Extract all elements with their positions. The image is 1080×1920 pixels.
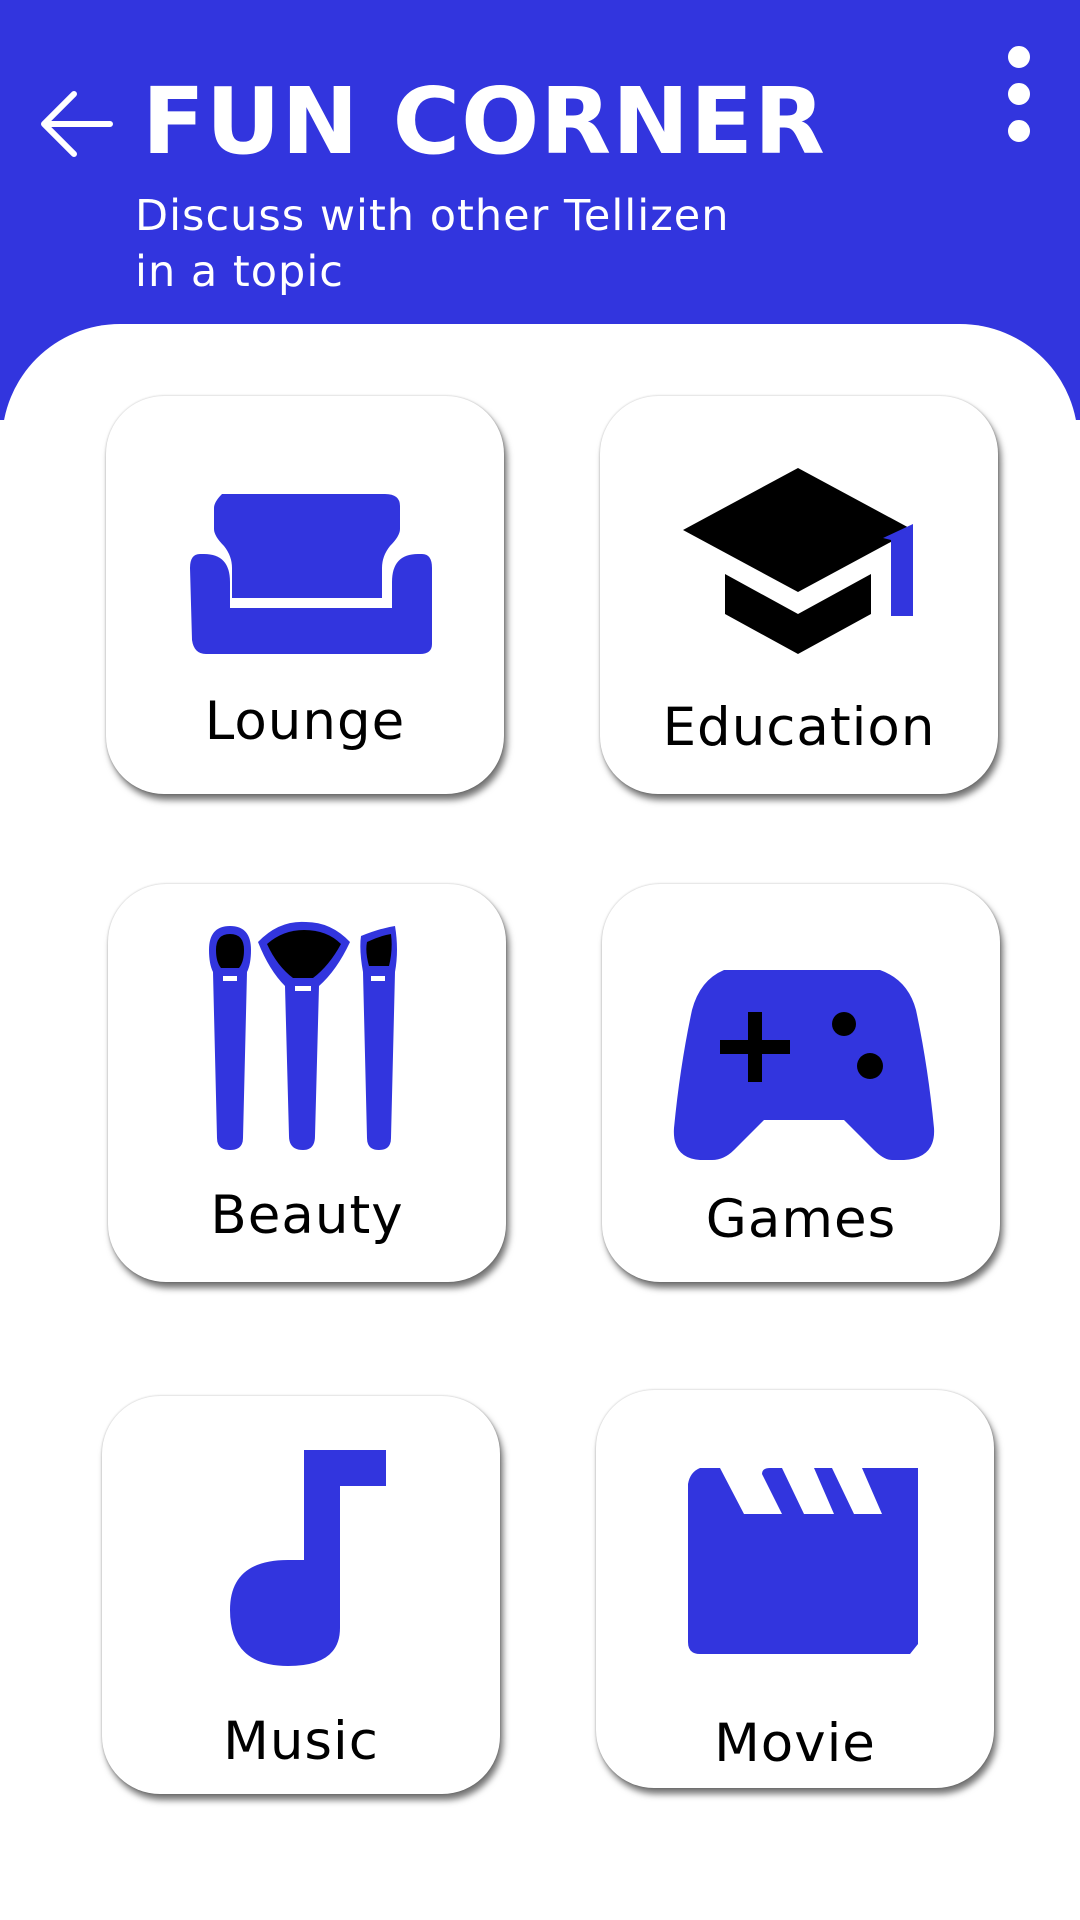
category-card-movie[interactable]: Movie: [596, 1390, 994, 1788]
category-label: Lounge: [204, 691, 406, 752]
category-label: Beauty: [210, 1185, 404, 1246]
makeup-brushes-icon: [209, 921, 397, 1150]
category-card-music[interactable]: Music: [102, 1396, 500, 1794]
music-note-icon: [230, 1450, 386, 1666]
category-card-lounge[interactable]: Lounge: [106, 396, 504, 794]
category-card-beauty[interactable]: Beauty: [108, 884, 506, 1282]
clapperboard-icon: [688, 1468, 918, 1654]
graduation-cap-icon: [683, 468, 913, 654]
gamepad-icon: [673, 970, 935, 1160]
category-label: Music: [223, 1711, 379, 1772]
category-card-games[interactable]: Games: [602, 884, 1000, 1282]
arrow-left-icon: [41, 91, 113, 157]
back-button[interactable]: [34, 82, 118, 166]
category-label: Education: [662, 697, 936, 758]
page-title: FUN CORNER: [142, 68, 826, 175]
sofa-icon: [190, 494, 432, 654]
page-subtitle: Discuss with other Tellizen in a topic: [135, 191, 730, 297]
more-options-button[interactable]: [994, 44, 1042, 152]
category-label: Games: [705, 1189, 897, 1250]
category-label: Movie: [714, 1713, 876, 1774]
category-card-education[interactable]: Education: [600, 396, 998, 794]
